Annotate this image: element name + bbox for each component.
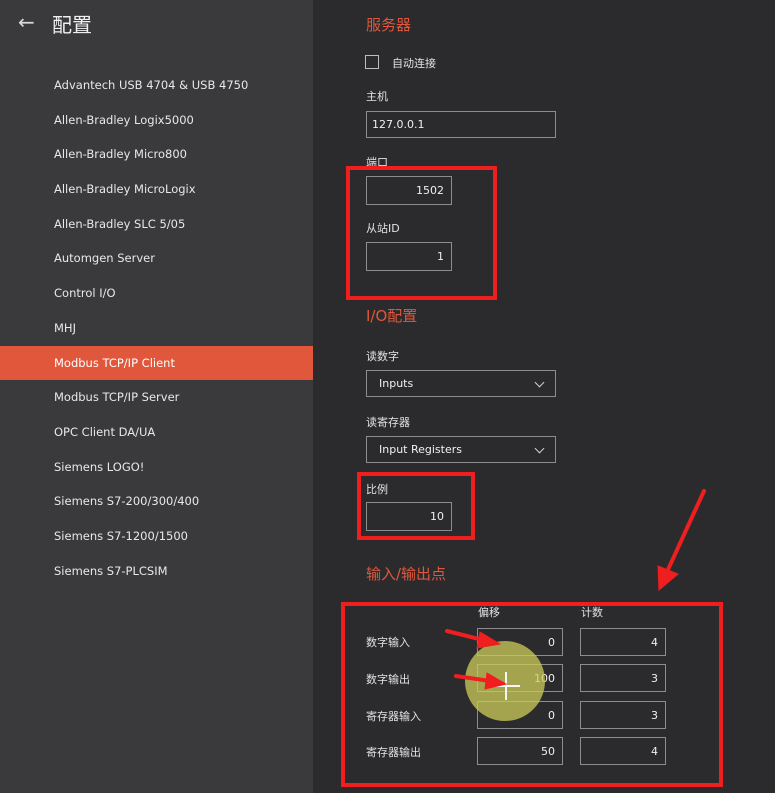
annotation-arrows [445, 489, 706, 690]
arrow-head-io-box [657, 565, 679, 592]
arrow-head-digital-output [484, 672, 508, 690]
arrow-to-digital-input [445, 629, 485, 642]
arrow-head-digital-input [476, 631, 502, 649]
arrow-to-io-box [664, 489, 706, 576]
arrow-to-digital-output [454, 674, 492, 683]
